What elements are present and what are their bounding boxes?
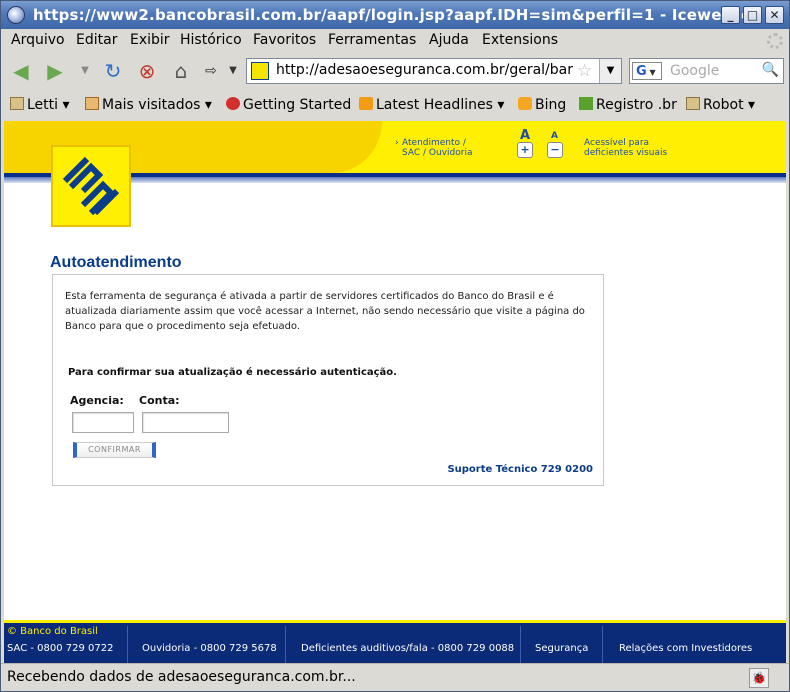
search-icon[interactable]: 🔍 [762,62,779,78]
atendimento-link[interactable]: › Atendimento / SAC / Ouvidoria [395,138,472,158]
minimize-button[interactable]: _ [721,6,740,24]
menu-bar: Arquivo Editar Exibir Histórico Favorito… [1,29,789,53]
menu-editar[interactable]: Editar [76,32,117,48]
registro-icon [579,97,593,110]
agencia-label: Agencia: [70,394,124,407]
menu-exibir[interactable]: Exibir [130,32,170,48]
arrow-icon: › [395,138,399,148]
menu-favoritos[interactable]: Favoritos [253,32,316,48]
folder-icon [10,97,24,110]
font-increase-button[interactable]: + [517,142,533,158]
forward-icon[interactable]: ▶ [41,58,69,84]
maximize-button[interactable]: □ [743,6,762,24]
bookmark-mais-visitados[interactable]: Mais visitados ▾ [85,97,212,113]
banco-do-brasil-logo[interactable] [51,145,131,227]
bookmark-registro-br[interactable]: Registro .br [579,97,677,113]
menu-historico[interactable]: Histórico [180,32,242,48]
folder-icon [686,97,700,110]
firebug-icon[interactable]: 🐞 [749,668,769,688]
copyright: © Banco do Brasil [7,626,98,637]
url-bar[interactable]: http://adesaoeseguranca.com.br/geral/bar… [246,58,622,84]
bookmark-star-icon[interactable]: ☆ [577,61,592,81]
conta-label: Conta: [139,394,180,407]
history-dropdown-icon[interactable]: ▼ [71,58,99,84]
bookmark-getting-started[interactable]: Getting Started [226,97,351,113]
bookmark-robot[interactable]: Robot ▾ [686,97,755,113]
reload-icon[interactable]: ↻ [99,58,127,84]
footer-separator [285,626,286,664]
page-content: › Atendimento / SAC / Ouvidoria A + A − … [4,121,786,664]
site-footer: © Banco do Brasil SAC - 0800 729 0722 Ou… [4,620,786,664]
iceweasel-app-icon [7,6,25,24]
url-dropdown-icon[interactable]: ▼ [599,59,621,83]
search-bar[interactable]: G ▼ Google 🔍 [629,58,784,84]
menu-ferramentas[interactable]: Ferramentas [328,32,416,48]
throbber-icon [767,33,783,49]
window-title: https://www2.bancobrasil.com.br/aapf/log… [33,6,757,24]
bing-icon [518,97,532,110]
acessivel-link[interactable]: Acessível para deficientes visuais [584,138,667,158]
dropdown-icon[interactable]: ▼ [219,58,247,84]
menu-extensions[interactable]: Extensions [482,32,558,48]
bb-logo-icon [54,148,128,224]
footer-ouvidoria[interactable]: Ouvidoria - 0800 729 5678 [142,643,277,654]
login-panel: Esta ferramenta de segurança é ativada a… [52,274,604,486]
search-placeholder[interactable]: Google [670,63,719,79]
footer-separator [520,626,521,664]
footer-relacoes[interactable]: Relações com Investidores [619,643,752,654]
agencia-input[interactable] [72,412,134,433]
intro-text: Esta ferramenta de segurança é ativada a… [65,291,585,332]
home-icon[interactable]: ⌂ [167,58,195,84]
conta-input[interactable] [142,412,229,433]
status-text: Recebendo dados de adesaoeseguranca.com.… [7,669,356,685]
rss-icon [359,97,373,110]
footer-seguranca[interactable]: Segurança [535,643,588,654]
status-bar: Recebendo dados de adesaoeseguranca.com.… [1,663,789,691]
confirm-message: Para confirmar sua atualização é necessá… [68,367,397,378]
font-small-icon: A [551,131,558,141]
bookmark-bing[interactable]: Bing [518,97,566,113]
menu-ajuda[interactable]: Ajuda [429,32,469,48]
site-favicon-icon [251,62,269,80]
back-icon[interactable]: ◀ [7,58,35,84]
bookmarks-toolbar: Letti ▾ Mais visitados ▾ Getting Started… [1,91,789,121]
smart-folder-icon [85,97,99,110]
menu-arquivo[interactable]: Arquivo [11,32,65,48]
footer-separator [127,626,128,664]
google-engine-icon[interactable]: G ▼ [632,62,662,80]
confirm-button[interactable]: CONFIRMAR [73,442,156,458]
close-button[interactable]: ✕ [765,6,784,24]
font-large-icon: A [520,128,531,143]
suporte-tecnico-link[interactable]: Suporte Técnico 729 0200 [447,464,593,475]
footer-separator [602,626,603,664]
font-decrease-button[interactable]: − [547,142,563,158]
page-title: Autoatendimento [50,254,182,271]
bookmark-latest-headlines[interactable]: Latest Headlines ▾ [359,97,504,113]
bookmark-letti[interactable]: Letti ▾ [10,97,70,113]
footer-deficientes[interactable]: Deficientes auditivos/fala - 0800 729 00… [301,643,514,654]
firefox-icon [226,97,240,110]
url-text[interactable]: http://adesaoeseguranca.com.br/geral/bar [276,62,576,78]
footer-sac[interactable]: SAC - 0800 729 0722 [7,643,114,654]
browser-window: https://www2.bancobrasil.com.br/aapf/log… [0,0,790,692]
stop-icon[interactable]: ⊗ [133,58,161,84]
title-bar: https://www2.bancobrasil.com.br/aapf/log… [1,1,789,29]
